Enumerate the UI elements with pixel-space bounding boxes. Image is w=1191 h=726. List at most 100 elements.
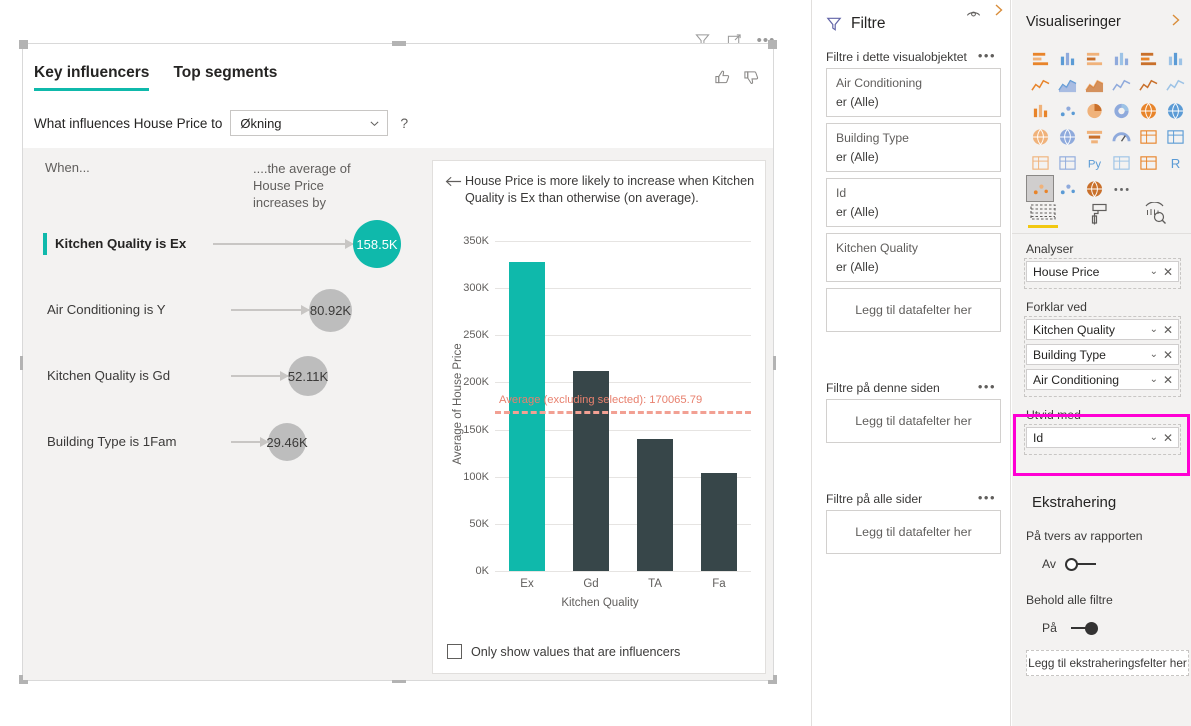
funnel-chart-icon[interactable] [1081, 124, 1107, 149]
filter-dropzone[interactable]: Legg til datafelter her [826, 399, 1001, 443]
checkbox-box[interactable] [447, 644, 462, 659]
scatter-chart-icon[interactable] [1054, 98, 1080, 123]
clustered-column-chart-icon[interactable] [1108, 46, 1134, 71]
resize-handle-top[interactable] [392, 41, 406, 46]
remove-field-icon[interactable]: ✕ [1163, 323, 1173, 337]
y-axis-tick: 200K [445, 376, 489, 388]
waterfall-chart-icon[interactable] [1027, 98, 1053, 123]
filter-section-title: Filtre i dette visualobjektet [826, 50, 967, 64]
filters-pane-title: Filtre [851, 15, 885, 33]
influencer-row[interactable]: Building Type is 1Fam29.46K [23, 410, 433, 476]
analytics-tab-icon[interactable] [1140, 198, 1170, 228]
chevron-down-icon[interactable]: ⌄ [1150, 432, 1158, 443]
toggle-switch-off[interactable] [1065, 558, 1097, 571]
chart-bar[interactable] [509, 262, 545, 571]
map-icon[interactable] [1162, 98, 1188, 123]
slicer-icon[interactable] [1054, 150, 1080, 175]
svg-text:Py: Py [1087, 158, 1101, 170]
treemap-icon[interactable] [1135, 98, 1161, 123]
field-well-item-name: Kitchen Quality [1033, 323, 1115, 337]
analysis-type-select[interactable]: Økning [230, 110, 388, 136]
keep-filters-label: Behold alle filtre [1026, 593, 1113, 607]
fields-tab-icon[interactable] [1028, 198, 1058, 228]
influencer-row[interactable]: Kitchen Quality is Gd52.11K [23, 344, 433, 410]
clustered-bar-chart-icon[interactable] [1081, 46, 1107, 71]
100-stacked-bar-chart-icon[interactable] [1135, 46, 1161, 71]
card-icon[interactable] [1135, 124, 1161, 149]
field-well-item[interactable]: Air Conditioning⌄✕ [1026, 369, 1179, 390]
filter-dropzone[interactable]: Legg til datafelter her [826, 510, 1001, 554]
table-icon[interactable] [1108, 150, 1134, 175]
chevron-down-icon[interactable]: ⌄ [1150, 374, 1158, 385]
y-axis-tick: 300K [445, 282, 489, 294]
keep-filters-state: På [1042, 621, 1057, 635]
influencer-row[interactable]: Kitchen Quality is Ex158.5K [23, 212, 433, 278]
field-well-item[interactable]: Id⌄✕ [1026, 427, 1179, 448]
chevron-down-icon[interactable]: ⌄ [1150, 266, 1158, 277]
line-chart-icon[interactable] [1027, 72, 1053, 97]
tab-top-segments[interactable]: Top segments [173, 64, 277, 91]
cross-report-toggle[interactable]: Av [1042, 557, 1097, 571]
stacked-column-chart-icon[interactable] [1054, 46, 1080, 71]
tab-key-influencers[interactable]: Key influencers [34, 64, 149, 91]
column-header-average: ....the average of House Price increases… [253, 160, 383, 211]
gauge-chart-icon[interactable] [1108, 124, 1134, 149]
stacked-area-chart-icon[interactable] [1081, 72, 1107, 97]
remove-field-icon[interactable]: ✕ [1163, 348, 1173, 362]
line-stacked-column-chart-icon[interactable] [1108, 72, 1134, 97]
expand-visualizations-pane-icon[interactable] [1169, 12, 1183, 32]
shape-map-icon[interactable] [1054, 124, 1080, 149]
matrix-icon[interactable] [1135, 150, 1161, 175]
remove-field-icon[interactable]: ✕ [1163, 265, 1173, 279]
pie-chart-icon[interactable] [1081, 98, 1107, 123]
keep-filters-toggle[interactable]: På [1042, 621, 1098, 635]
filter-card[interactable]: Kitchen Qualityer (Alle) [826, 233, 1001, 282]
python-visual-icon[interactable]: Py [1081, 150, 1107, 175]
ribbon-chart-icon[interactable] [1162, 72, 1188, 97]
influencer-bubble[interactable]: 52.11K [288, 356, 328, 396]
filter-section-more-icon[interactable]: ••• [978, 48, 996, 63]
chevron-down-icon[interactable]: ⌄ [1150, 324, 1158, 335]
field-well-item[interactable]: Kitchen Quality ⌄ ✕ [1026, 319, 1179, 340]
influencer-bubble[interactable]: 80.92K [309, 289, 352, 332]
filter-dropzone[interactable]: Legg til datafelter her [826, 288, 1001, 332]
filter-card[interactable]: Building Typeer (Alle) [826, 123, 1001, 172]
remove-field-icon[interactable]: ✕ [1163, 431, 1173, 445]
filter-section-more-icon[interactable]: ••• [978, 379, 996, 394]
detail-chart-title: House Price is more likely to increase w… [465, 173, 755, 207]
donut-chart-icon[interactable] [1108, 98, 1134, 123]
remove-field-icon[interactable]: ✕ [1163, 373, 1173, 387]
field-well-item[interactable]: House Price⌄✕ [1026, 261, 1179, 282]
r-script-visual-icon[interactable]: R [1162, 150, 1188, 175]
field-well-item[interactable]: Building Type⌄✕ [1026, 344, 1179, 365]
back-arrow-icon[interactable] [445, 175, 462, 192]
filled-map-icon[interactable] [1027, 124, 1053, 149]
influencer-bubble[interactable]: 158.5K [353, 220, 401, 268]
filter-section-more-icon[interactable]: ••• [978, 490, 996, 505]
100-stacked-column-chart-icon[interactable] [1162, 46, 1188, 71]
hide-pane-icon[interactable] [965, 5, 982, 27]
stacked-bar-chart-icon[interactable] [1027, 46, 1053, 71]
filter-card[interactable]: Air Conditioninger (Alle) [826, 68, 1001, 117]
y-axis-tick: 0K [445, 565, 489, 577]
influencer-bubble[interactable]: 29.46K [268, 423, 306, 461]
chart-bar[interactable] [701, 473, 737, 571]
influencer-row[interactable]: Air Conditioning is Y80.92K [23, 278, 433, 344]
thumbs-up-icon[interactable] [714, 68, 733, 87]
toggle-switch-on[interactable] [1066, 622, 1098, 635]
area-chart-icon[interactable] [1054, 72, 1080, 97]
chevron-down-icon[interactable]: ⌄ [1150, 349, 1158, 360]
help-icon[interactable]: ? [400, 115, 408, 131]
thumbs-down-icon[interactable] [743, 68, 762, 87]
line-clustered-column-chart-icon[interactable] [1135, 72, 1161, 97]
chart-bar[interactable] [637, 439, 673, 571]
resize-handle-top-left[interactable] [19, 40, 28, 49]
drillthrough-dropzone[interactable]: Legg til ekstraheringsfelter her [1026, 650, 1189, 676]
only-show-influencers-checkbox[interactable]: Only show values that are influencers [447, 644, 680, 659]
resize-handle-top-right[interactable] [768, 40, 777, 49]
multi-row-card-icon[interactable] [1162, 124, 1188, 149]
kpi-icon[interactable] [1027, 150, 1053, 175]
expand-filters-pane-icon[interactable] [992, 2, 1006, 22]
format-tab-icon[interactable] [1084, 198, 1114, 228]
filter-card[interactable]: Ider (Alle) [826, 178, 1001, 227]
